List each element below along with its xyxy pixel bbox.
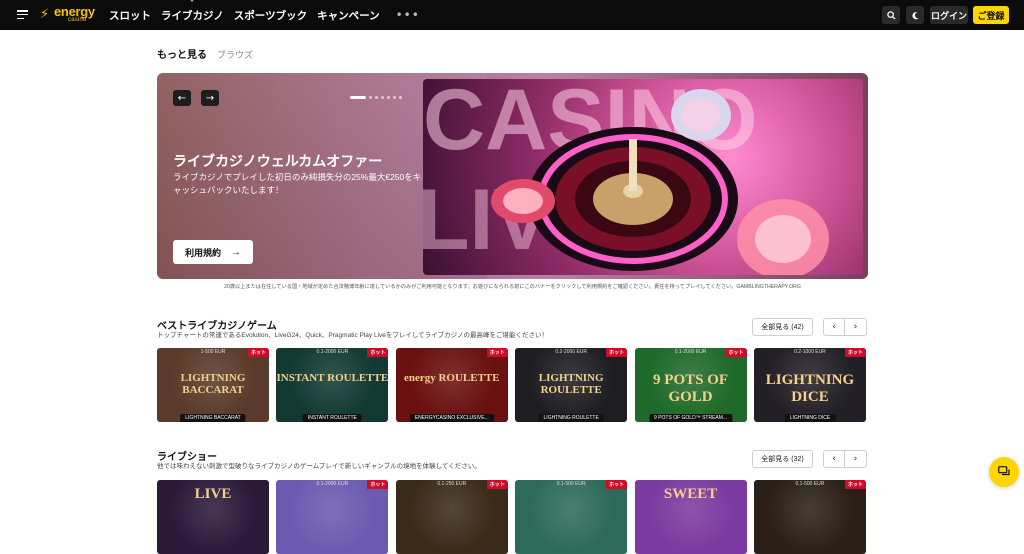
section-subtitle: 他では味わえない刺激で型破りなライブカジノのゲームプレイで新しいギャンブルの境地… [157,463,481,470]
game-logo: SWEET [663,486,718,502]
game-logo: LIGHTNING BACCARAT [180,372,246,396]
hot-badge: ホット [725,348,747,357]
arrow-right-icon: → [231,246,241,258]
chat-icon [997,466,1010,476]
breadcrumb: もっと見る ブラウズ [157,46,253,61]
top-navbar: ⚡ energy casino スロット ライブカジノ スポーツブック キャンペ… [0,0,1024,30]
game-tile[interactable]: 0.1-2000 EUR ホット 9 POTS OF GOLD 9 POTS OF G… [634,348,747,422]
carousel-dot[interactable] [375,96,378,99]
hot-badge: ホット [606,480,628,489]
logo[interactable]: ⚡ energy casino [40,4,95,23]
hero-image: CASINO LIVE [423,79,863,275]
hero-prev-button[interactable]: ← [173,90,191,106]
logo-text: energy [54,4,95,19]
prev-page-button[interactable]: ‹ [823,450,845,468]
game-logo: LIVE [194,486,232,502]
nav-slots[interactable]: スロット [109,8,151,23]
nav-sportsbook[interactable]: スポーツブック [234,8,307,23]
hot-badge: ホット [247,348,269,357]
game-name: INSTANT ROULETTE [302,414,362,422]
roulette-illustration: CASINO LIVE [423,79,829,275]
game-tile[interactable]: 0.2-2000 EUR ホット LIGHTNING ROULETTE LIGHTNI… [515,348,628,422]
hot-badge: ホット [367,348,389,357]
chat-button[interactable] [989,457,1019,487]
main-nav: スロット ライブカジノ スポーツブック キャンペーン ••• [109,0,420,30]
game-tile[interactable]: 0.1-2000 EUR ホット INSTANT ROULETTE INSTANT R… [276,348,389,422]
game-tile[interactable]: 0.1-250 EUR ホット [395,480,508,554]
carousel-dot[interactable] [387,96,390,99]
prev-page-button[interactable]: ‹ [823,318,845,336]
game-logo: 9 POTS OF GOLD [653,372,729,405]
responsible-gaming-disclaimer: 20歳以上または在住している国・地域が定めた合法賭博年齢に達しているかのみがご利… [224,284,801,290]
carousel-dot[interactable] [399,96,402,99]
section-subtitle: トップチャートの常連であるEvolution、LiveG24、Quick、Pra… [157,332,549,339]
next-page-button[interactable]: › [845,318,867,336]
theme-toggle-button[interactable] [906,6,924,24]
game-logo: energy ROULETTE [403,372,500,384]
game-tile[interactable]: ホット energy ROULETTE ENERGYCASINO EXCLUSIVE… [395,348,508,422]
game-name: LIGHTNING BACCARAT [180,414,246,422]
game-tile[interactable]: 0.1-500 EUR ホット [515,480,628,554]
hero-banner[interactable]: CASINO LIVE ← → ライブカジノウェルカムオファー ライブカジノでプ… [157,73,868,279]
breadcrumb-browse[interactable]: ブラウズ [217,48,253,61]
game-name: LIGHTNING ROULETTE [538,414,604,422]
search-icon [886,10,896,20]
nav-campaigns[interactable]: キャンペーン [317,8,379,23]
carousel-dot[interactable] [381,96,384,99]
game-logo: LIGHTNING DICE [765,372,855,405]
carousel-dots [350,96,405,99]
hot-badge: ホット [486,480,508,489]
game-name: 9 POTS OF GOLD™ STREAM... [649,414,733,422]
carousel-dot[interactable] [350,96,366,99]
see-all-button[interactable]: 全部見る (42) [752,318,813,336]
game-name: ENERGYCASINO EXCLUSIVE... [409,414,494,422]
game-tile[interactable]: LIVE [157,480,269,554]
game-list: LIVE 0.1-2000 EUR ホット 0.1-250 EUR ホット 0.1-500… [157,480,873,554]
game-list: 1-500 EUR ホット LIGHTNING BACCARAT LIGHTNING … [157,348,873,422]
hero-title: ライブカジノウェルカムオファー [173,153,383,169]
hot-badge: ホット [844,480,866,489]
hot-badge: ホット [844,348,866,357]
hero-description: ライブカジノでプレイした初日のみ純損失分の25%最大€250をキャッシュバックい… [173,172,422,195]
moon-icon [911,11,919,19]
hot-badge: ホット [606,348,628,357]
game-tile[interactable]: 0.1-500 EUR ホット [753,480,866,554]
hot-badge: ホット [367,480,389,489]
bolt-icon: ⚡ [40,6,50,22]
hamburger-menu-icon[interactable] [17,10,28,20]
carousel-dot[interactable] [369,96,372,99]
carousel-dot[interactable] [393,96,396,99]
more-menu-icon[interactable]: ••• [396,8,420,22]
see-all-button[interactable]: 全部見る (32) [752,450,813,468]
breadcrumb-more[interactable]: もっと見る [157,46,207,61]
search-button[interactable] [882,6,900,24]
game-logo: LIGHTNING ROULETTE [538,372,604,396]
register-button[interactable]: ご登録 [973,6,1009,24]
game-logo: INSTANT ROULETTE [276,372,389,384]
game-tile[interactable]: 0.1-2000 EUR ホット [276,480,389,554]
game-name: LIGHTNING DICE [784,414,836,422]
hero-next-button[interactable]: → [201,90,219,106]
terms-button-label: 利用規約 [184,247,221,258]
game-tile[interactable]: SWEET [634,480,747,554]
game-tile[interactable]: 0.2-1000 EUR ホット LIGHTNING DICE LIGHTNING D… [753,348,866,422]
hot-badge: ホット [486,348,508,357]
login-button[interactable]: ログイン [930,6,968,24]
nav-live-casino[interactable]: ライブカジノ [161,0,224,23]
terms-button[interactable]: 利用規約 → [173,240,253,264]
game-tile[interactable]: 1-500 EUR ホット LIGHTNING BACCARAT LIGHTNING … [157,348,269,422]
next-page-button[interactable]: › [845,450,867,468]
